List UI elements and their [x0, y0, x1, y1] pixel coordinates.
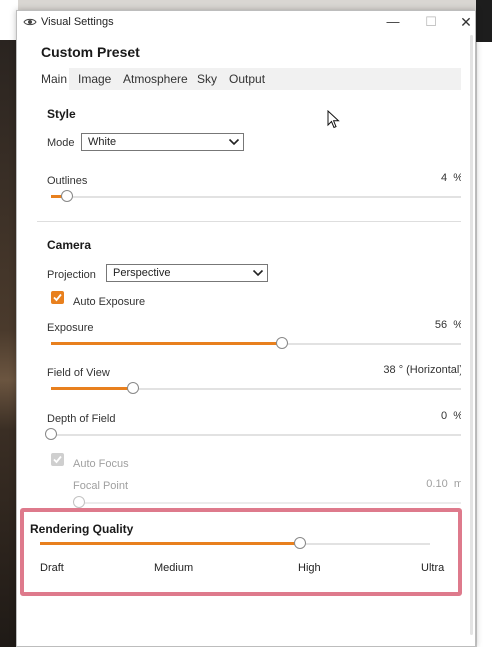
depth-of-field-track[interactable] — [51, 434, 463, 436]
title-bar[interactable]: Visual Settings — ☐ ✕ — [17, 11, 475, 33]
exposure-label: Exposure — [47, 322, 94, 334]
section-divider — [37, 221, 461, 222]
depth-of-field-value: 0 % — [440, 410, 463, 422]
maximize-button[interactable]: ☐ — [412, 11, 450, 33]
depth-of-field-label: Depth of Field — [47, 413, 116, 425]
camera-section-title: Camera — [47, 238, 92, 252]
auto-focus-label: Auto Focus — [73, 458, 129, 470]
tab-output[interactable]: Output — [229, 72, 265, 86]
window-title: Visual Settings — [41, 16, 114, 28]
field-of-view-slider-thumb[interactable] — [127, 382, 140, 394]
auto-focus-checkbox[interactable] — [51, 453, 64, 466]
focal-point-slider-thumb[interactable] — [73, 496, 85, 508]
scrollbar-thumb[interactable] — [470, 35, 473, 635]
rendering-quality-slider-thumb[interactable] — [294, 537, 306, 549]
exposure-fill — [51, 342, 282, 345]
mode-label: Mode — [47, 137, 75, 149]
field-of-view-fill — [51, 387, 134, 390]
outlines-label: Outlines — [47, 175, 88, 187]
mode-select[interactable]: White — [81, 133, 244, 151]
close-button[interactable]: ✕ — [447, 11, 485, 33]
mouse-cursor-icon — [327, 110, 340, 129]
tab-atmosphere[interactable]: Atmosphere — [123, 72, 188, 86]
quality-level-draft[interactable]: Draft — [40, 562, 64, 574]
quality-level-ultra[interactable]: Ultra — [421, 562, 444, 574]
tab-sky[interactable]: Sky — [197, 72, 217, 86]
focal-point-label: Focal Point — [73, 480, 129, 492]
exposure-value: 56 % — [434, 319, 463, 331]
quality-level-high[interactable]: High — [298, 562, 321, 574]
mode-select-value: White — [88, 136, 117, 148]
background-panel — [476, 0, 492, 647]
field-of-view-value: 38 ° (Horizontal) — [383, 364, 463, 376]
rendering-quality-title: Rendering Quality — [30, 522, 134, 536]
focal-point-value: 0.10 m — [426, 478, 463, 490]
projection-select-value: Perspective — [113, 267, 171, 279]
auto-exposure-label: Auto Exposure — [73, 296, 146, 308]
preset-title: Custom Preset — [41, 44, 140, 60]
style-section-title: Style — [47, 107, 76, 121]
minimize-button[interactable]: — — [374, 11, 412, 33]
outlines-track[interactable] — [51, 196, 463, 198]
chevron-down-icon — [252, 269, 264, 277]
field-of-view-label: Field of View — [47, 367, 110, 379]
rendering-quality-section: Rendering Quality Draft Medium High Ultr… — [20, 508, 462, 596]
projection-select[interactable]: Perspective — [106, 264, 268, 282]
rendering-quality-fill — [40, 542, 300, 545]
projection-label: Projection — [47, 269, 96, 281]
exposure-slider-thumb[interactable] — [275, 337, 288, 349]
tab-main[interactable]: Main — [41, 72, 67, 86]
quality-level-medium[interactable]: Medium — [154, 562, 193, 574]
check-icon — [53, 455, 62, 464]
chevron-down-icon — [228, 138, 240, 146]
outlines-value: 4 % — [440, 172, 463, 184]
check-icon — [53, 293, 62, 302]
depth-of-field-slider-thumb[interactable] — [45, 428, 57, 440]
eye-icon — [23, 18, 37, 26]
outlines-slider-thumb[interactable] — [61, 190, 74, 202]
focal-point-track[interactable] — [79, 502, 463, 504]
tab-image[interactable]: Image — [78, 72, 111, 86]
auto-exposure-checkbox[interactable] — [51, 291, 64, 304]
